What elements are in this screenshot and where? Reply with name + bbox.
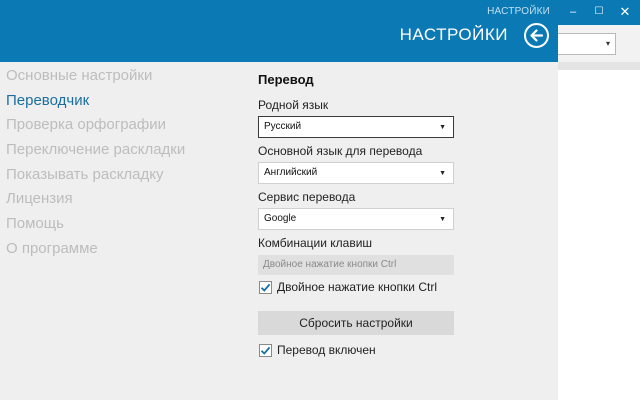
settings-nav: Основные настройки Переводчик Проверка о… [6,66,185,264]
reset-settings-button[interactable]: Сбросить настройки [258,311,454,335]
checkmark-icon [260,283,271,292]
nav-item-general[interactable]: Основные настройки [6,66,185,91]
nav-item-license[interactable]: Лицензия [6,189,185,214]
double-ctrl-label: Двойное нажатие кнопки Ctrl [277,280,437,294]
close-button[interactable]: ✕ [616,3,634,21]
nav-item-translator[interactable]: Переводчик [6,91,185,116]
nav-item-layout-switch[interactable]: Переключение раскладки [6,140,185,165]
nav-item-spellcheck[interactable]: Проверка орфографии [6,115,185,140]
service-select[interactable]: Google ▼ [258,208,454,230]
dropdown-arrow-icon: ▼ [439,124,446,131]
back-button[interactable] [524,23,549,48]
background-titlebar: – ☐ ✕ [558,0,640,25]
target-language-value: Английский [264,167,318,178]
settings-panel: НАСТРОЙКИ НАСТРОЙКИ Основные настройки П… [0,0,558,400]
arrow-left-icon [530,29,544,42]
service-value: Google [264,213,297,224]
nav-item-about[interactable]: О программе [6,239,185,264]
checkmark-icon [260,346,271,355]
translation-enabled-label: Перевод включен [277,343,376,357]
window-caption: НАСТРОЙКИ [487,6,550,17]
native-language-select[interactable]: Русский ▼ [258,116,454,138]
settings-header: НАСТРОЙКИ НАСТРОЙКИ [0,0,558,62]
target-language-label: Основной язык для перевода [258,144,423,158]
chevron-down-icon: ▾ [605,39,610,48]
background-dropdown[interactable]: ▾ [558,33,616,55]
nav-item-show-layout[interactable]: Показывать раскладку [6,165,185,190]
native-language-value: Русский [264,121,302,132]
minimize-button[interactable]: – [564,3,582,21]
hotkeys-field[interactable]: Двойное нажатие кнопки Ctrl [258,255,454,275]
hotkeys-label: Комбинации клавиш [258,236,373,250]
target-language-select[interactable]: Английский ▼ [258,162,454,184]
translation-enabled-checkbox[interactable] [259,344,272,357]
page-title: НАСТРОЙКИ [399,25,508,44]
dropdown-arrow-icon: ▼ [439,170,446,177]
background-content-area [558,70,640,400]
dropdown-arrow-icon: ▼ [439,216,446,223]
native-language-label: Родной язык [258,98,329,112]
double-ctrl-checkbox[interactable] [259,281,272,294]
background-window: – ☐ ✕ ▾ [558,0,640,400]
maximize-button[interactable]: ☐ [590,3,608,21]
service-label: Сервис перевода [258,190,356,204]
section-title: Перевод [258,72,314,87]
nav-item-help[interactable]: Помощь [6,214,185,239]
